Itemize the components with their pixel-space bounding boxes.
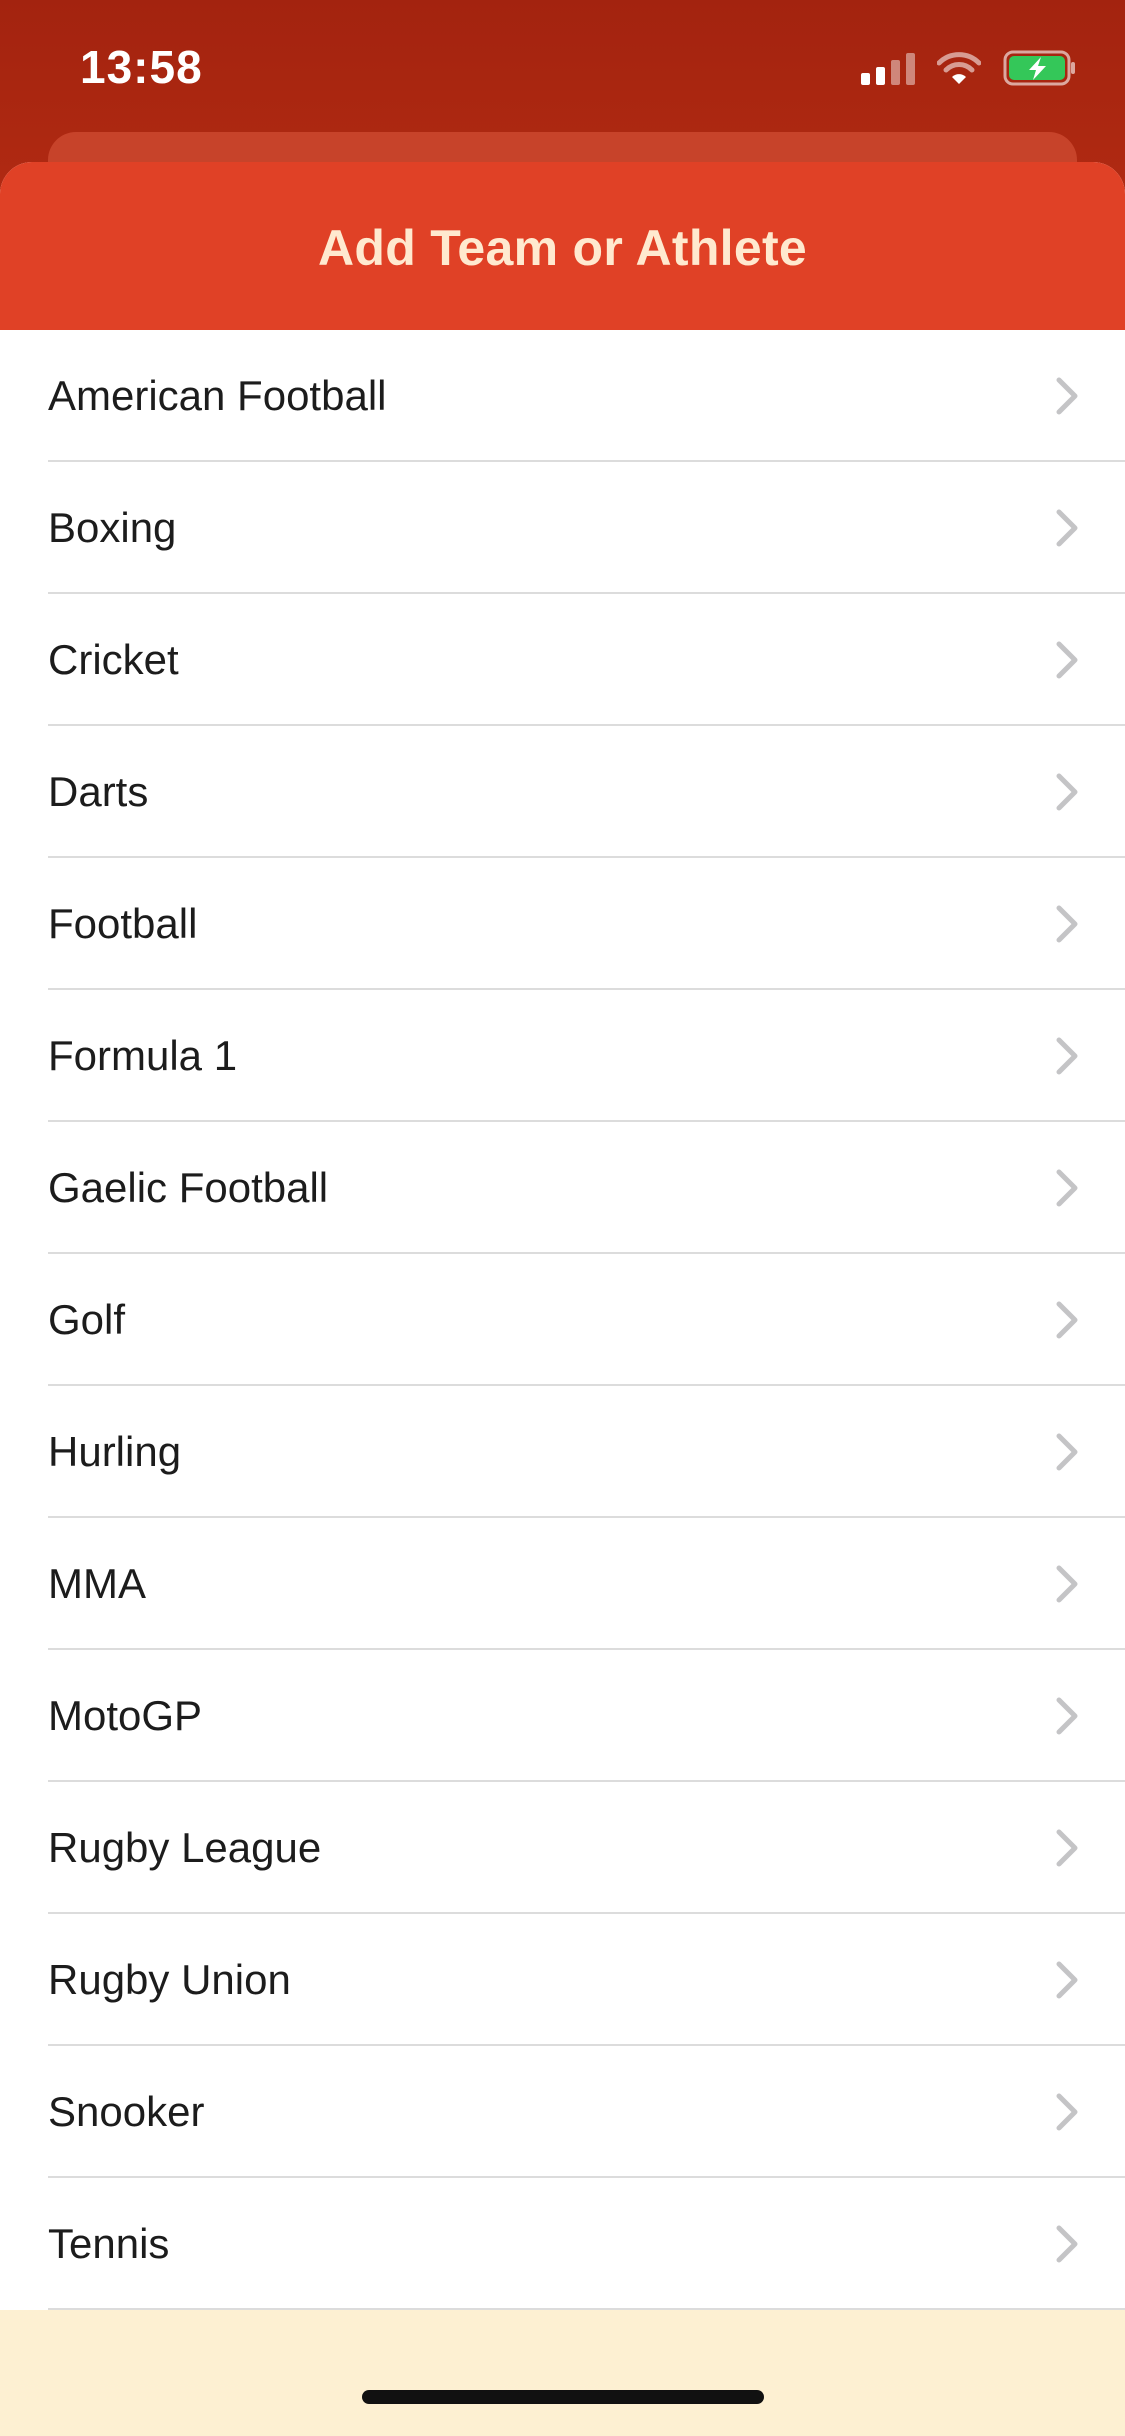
wifi-icon (937, 51, 981, 85)
list-item-golf[interactable]: Golf (0, 1254, 1125, 1386)
sheet-header: Add Team or Athlete (0, 162, 1125, 330)
list-item-snooker[interactable]: Snooker (0, 2046, 1125, 2178)
list-item-label: MMA (48, 1560, 146, 1607)
chevron-right-icon (1056, 1697, 1078, 1735)
chevron-right-icon (1056, 1961, 1078, 1999)
chevron-right-icon (1056, 2225, 1078, 2263)
list-item-label: American Football (48, 372, 387, 419)
chevron-right-icon (1056, 509, 1078, 547)
list-item-darts[interactable]: Darts (0, 726, 1125, 858)
list-item-hurling[interactable]: Hurling (0, 1386, 1125, 1518)
battery-charging-icon (1003, 50, 1077, 86)
list-item-label: Rugby Union (48, 1956, 291, 2003)
chevron-right-icon (1056, 2093, 1078, 2131)
list-item-label: Gaelic Football (48, 1164, 329, 1211)
home-indicator[interactable] (362, 2390, 764, 2404)
list-item-football[interactable]: Football (0, 858, 1125, 990)
list-item-label: Formula 1 (48, 1032, 238, 1079)
status-bar: 13:58 (0, 0, 1125, 135)
chevron-right-icon (1056, 773, 1078, 811)
list-item-rugby-league[interactable]: Rugby League (0, 1782, 1125, 1914)
list-item-label: Hurling (48, 1428, 182, 1475)
list-item-label: Football (48, 900, 198, 947)
add-team-sheet: Add Team or Athlete American Football Bo… (0, 162, 1125, 2310)
list-item-cricket[interactable]: Cricket (0, 594, 1125, 726)
chevron-right-icon (1056, 1829, 1078, 1867)
list-item-tennis[interactable]: Tennis (0, 2178, 1125, 2310)
chevron-right-icon (1056, 1301, 1078, 1339)
list-item-label: Boxing (48, 504, 177, 551)
list-item-boxing[interactable]: Boxing (0, 462, 1125, 594)
sports-list: American Football Boxing Cricket Darts F… (0, 330, 1125, 2310)
list-item-motogp[interactable]: MotoGP (0, 1650, 1125, 1782)
list-item-label: Tennis (48, 2220, 170, 2267)
list-item-label: MotoGP (48, 1692, 203, 1739)
cellular-signal-icon (861, 51, 915, 85)
list-item-label: Cricket (48, 636, 179, 683)
status-icons (861, 50, 1077, 86)
chevron-right-icon (1056, 1565, 1078, 1603)
chevron-right-icon (1056, 1037, 1078, 1075)
chevron-right-icon (1056, 377, 1078, 415)
chevron-right-icon (1056, 1433, 1078, 1471)
list-item-formula-1[interactable]: Formula 1 (0, 990, 1125, 1122)
list-item-american-football[interactable]: American Football (0, 330, 1125, 462)
list-item-label: Snooker (48, 2088, 205, 2135)
chevron-right-icon (1056, 905, 1078, 943)
sheet-title: Add Team or Athlete (317, 220, 808, 276)
chevron-right-icon (1056, 641, 1078, 679)
list-item-rugby-union[interactable]: Rugby Union (0, 1914, 1125, 2046)
list-item-label: Rugby League (48, 1824, 322, 1871)
list-item-label: Golf (48, 1296, 126, 1343)
list-item-gaelic-football[interactable]: Gaelic Football (0, 1122, 1125, 1254)
list-item-label: Darts (48, 768, 149, 815)
list-item-mma[interactable]: MMA (0, 1518, 1125, 1650)
status-time: 13:58 (80, 41, 203, 93)
chevron-right-icon (1056, 1169, 1078, 1207)
